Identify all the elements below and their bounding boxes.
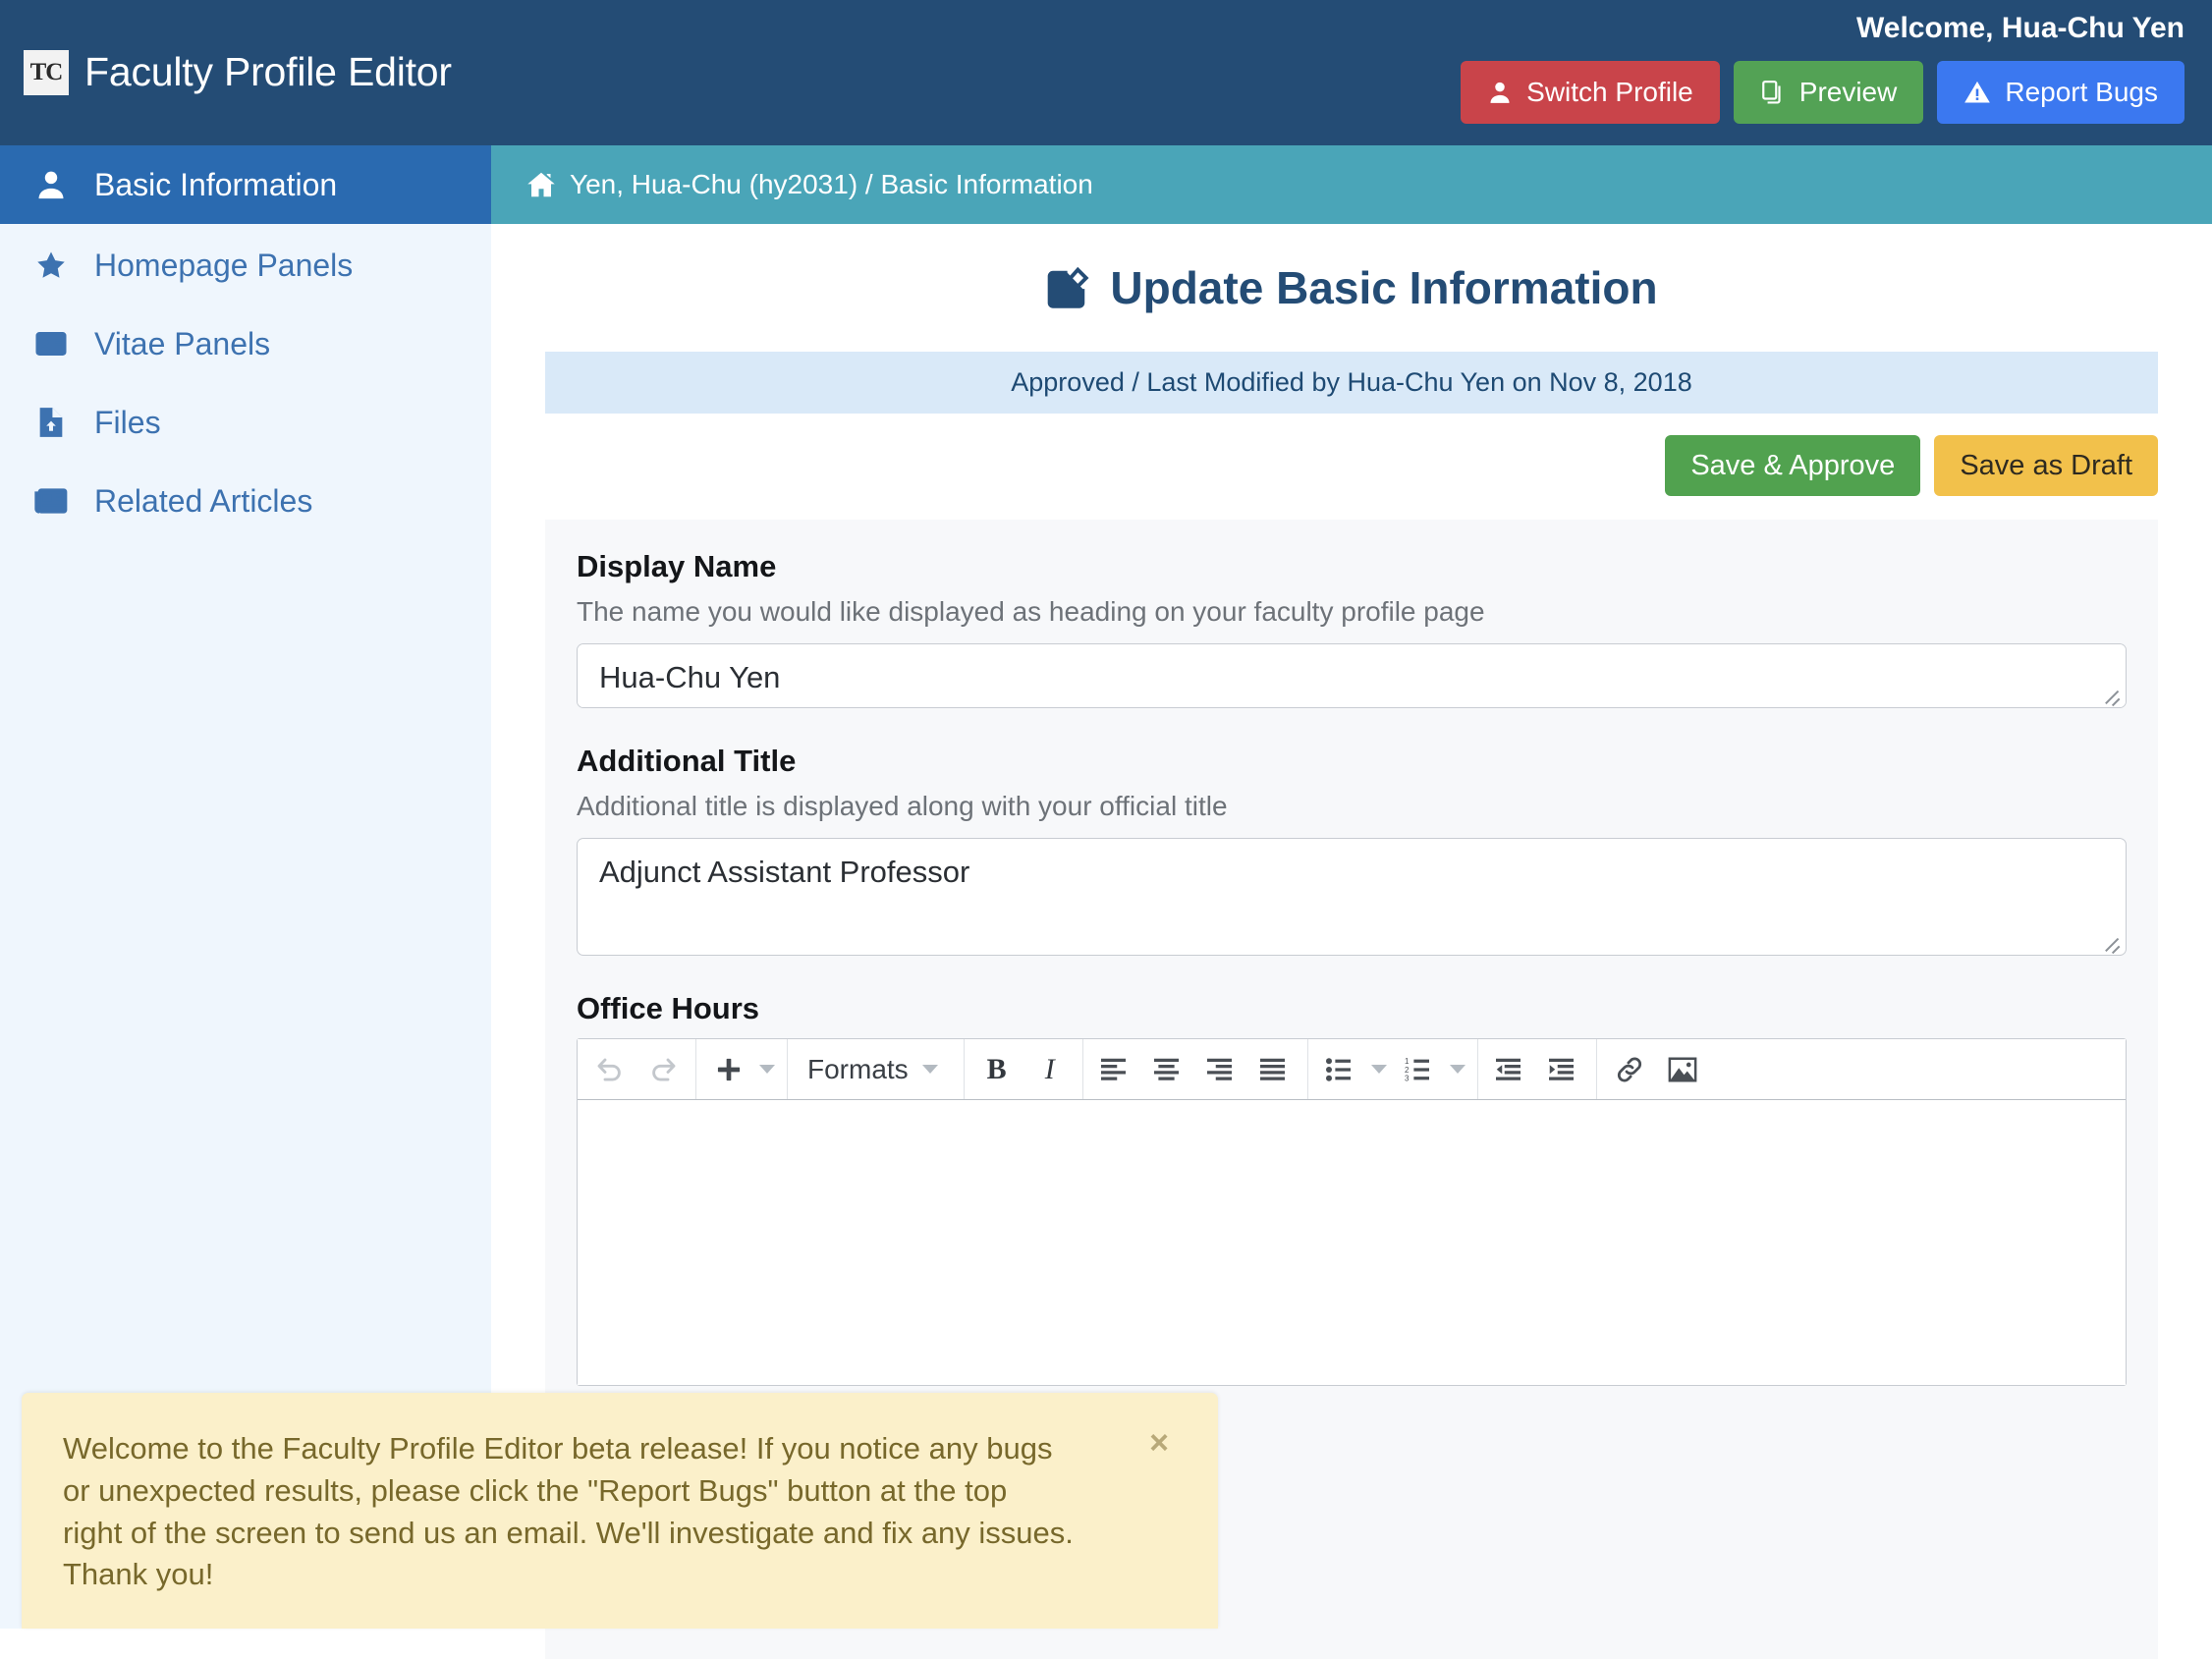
toolbar-group-insert [696, 1039, 788, 1099]
toast-message: Welcome to the Faculty Profile Editor be… [63, 1428, 1075, 1596]
beta-notice-toast: Welcome to the Faculty Profile Editor be… [22, 1393, 1218, 1629]
newspaper-icon [29, 485, 73, 517]
italic-label: I [1045, 1053, 1055, 1086]
id-card-icon [29, 327, 73, 360]
user-icon [29, 168, 73, 201]
sidebar-item-label: Related Articles [94, 483, 312, 520]
additional-title-label: Additional Title [577, 744, 2127, 779]
additional-title-input[interactable] [577, 838, 2127, 956]
star-icon [29, 249, 73, 282]
report-bugs-label: Report Bugs [2005, 77, 2158, 108]
bullet-list-icon[interactable] [1314, 1046, 1367, 1093]
align-left-icon[interactable] [1089, 1046, 1142, 1093]
toolbar-group-formats: Formats [788, 1039, 965, 1099]
chevron-down-icon [922, 1065, 938, 1074]
office-hours-editor-body[interactable] [578, 1100, 2126, 1385]
sidebar-item-label: Vitae Panels [94, 326, 270, 362]
breadcrumb-text[interactable]: Yen, Hua-Chu (hy2031) / Basic Informatio… [570, 169, 1093, 200]
svg-text:2: 2 [1405, 1065, 1410, 1074]
save-actions: Save & Approve Save as Draft [491, 435, 2158, 496]
align-right-icon[interactable] [1195, 1046, 1248, 1093]
formats-label: Formats [807, 1054, 909, 1085]
copy-icon [1760, 79, 1786, 106]
toolbar-group-align [1083, 1039, 1308, 1099]
save-and-approve-button[interactable]: Save & Approve [1665, 435, 1920, 496]
welcome-text: Welcome, Hua-Chu Yen [1856, 12, 2184, 45]
image-icon[interactable] [1656, 1046, 1709, 1093]
edit-pencil-square-icon [1045, 265, 1090, 310]
additional-title-help: Additional title is displayed along with… [577, 791, 2127, 822]
display-name-field-wrap [577, 643, 2127, 708]
display-name-help: The name you would like displayed as hea… [577, 596, 2127, 628]
align-center-icon[interactable] [1142, 1046, 1195, 1093]
link-icon[interactable] [1603, 1046, 1656, 1093]
switch-profile-label: Switch Profile [1526, 77, 1693, 108]
file-upload-icon [29, 406, 73, 439]
svg-text:3: 3 [1405, 1074, 1410, 1082]
align-justify-icon[interactable] [1248, 1046, 1301, 1093]
bold-label: B [987, 1053, 1007, 1086]
formats-dropdown[interactable]: Formats [794, 1046, 958, 1093]
status-banner: Approved / Last Modified by Hua-Chu Yen … [545, 352, 2158, 414]
report-bugs-button[interactable]: Report Bugs [1937, 61, 2184, 124]
app-title: Faculty Profile Editor [84, 49, 452, 95]
toolbar-group-indent [1478, 1039, 1597, 1099]
redo-icon[interactable] [636, 1046, 690, 1093]
numbered-list-icon[interactable]: 123 [1393, 1046, 1446, 1093]
user-icon [1487, 79, 1513, 106]
insert-plus-icon[interactable] [702, 1046, 755, 1093]
indent-icon[interactable] [1537, 1046, 1590, 1093]
switch-profile-button[interactable]: Switch Profile [1461, 61, 1720, 124]
office-hours-label: Office Hours [577, 991, 2127, 1026]
italic-icon[interactable]: I [1023, 1046, 1077, 1093]
toolbar-group-history [578, 1039, 696, 1099]
page-title: Update Basic Information [491, 261, 2212, 314]
header-actions: Switch Profile Preview Report Bugs [1461, 61, 2184, 124]
page-title-text: Update Basic Information [1110, 261, 1657, 314]
sidebar-item-vitae-panels[interactable]: Vitae Panels [0, 304, 491, 383]
sidebar-item-label: Basic Information [94, 167, 337, 203]
close-icon[interactable]: × [1149, 1424, 1169, 1463]
undo-icon[interactable] [583, 1046, 636, 1093]
preview-button[interactable]: Preview [1734, 61, 1924, 124]
app-header: TC Faculty Profile Editor Welcome, Hua-C… [0, 0, 2212, 145]
brand: TC Faculty Profile Editor [24, 49, 452, 95]
sidebar-item-label: Files [94, 405, 161, 441]
sidebar-item-files[interactable]: Files [0, 383, 491, 462]
display-name-label: Display Name [577, 549, 2127, 584]
editor-toolbar: Formats B I [578, 1039, 2126, 1100]
bold-icon[interactable]: B [970, 1046, 1023, 1093]
breadcrumb: Yen, Hua-Chu (hy2031) / Basic Informatio… [491, 145, 2212, 224]
insert-dropdown-caret-icon[interactable] [759, 1065, 775, 1074]
toolbar-group-style: B I [965, 1039, 1083, 1099]
svg-text:1: 1 [1405, 1057, 1410, 1066]
numbered-list-dropdown-caret-icon[interactable] [1450, 1065, 1465, 1074]
toolbar-group-lists: 123 [1308, 1039, 1478, 1099]
home-icon[interactable] [526, 171, 556, 198]
bullet-list-dropdown-caret-icon[interactable] [1371, 1065, 1387, 1074]
sidebar-item-basic-information[interactable]: Basic Information [0, 145, 491, 224]
sidebar-item-label: Homepage Panels [94, 248, 353, 284]
outdent-icon[interactable] [1484, 1046, 1537, 1093]
sidebar-item-homepage-panels[interactable]: Homepage Panels [0, 226, 491, 304]
display-name-input[interactable] [577, 643, 2127, 708]
preview-label: Preview [1799, 77, 1898, 108]
toolbar-group-insert-media [1597, 1039, 1715, 1099]
warning-triangle-icon [1963, 79, 1991, 106]
sidebar-item-related-articles[interactable]: Related Articles [0, 462, 491, 540]
additional-title-field-wrap [577, 838, 2127, 956]
office-hours-rich-text-editor: Formats B I [577, 1038, 2127, 1386]
tc-logo-icon: TC [24, 50, 69, 95]
save-as-draft-button[interactable]: Save as Draft [1934, 435, 2158, 496]
